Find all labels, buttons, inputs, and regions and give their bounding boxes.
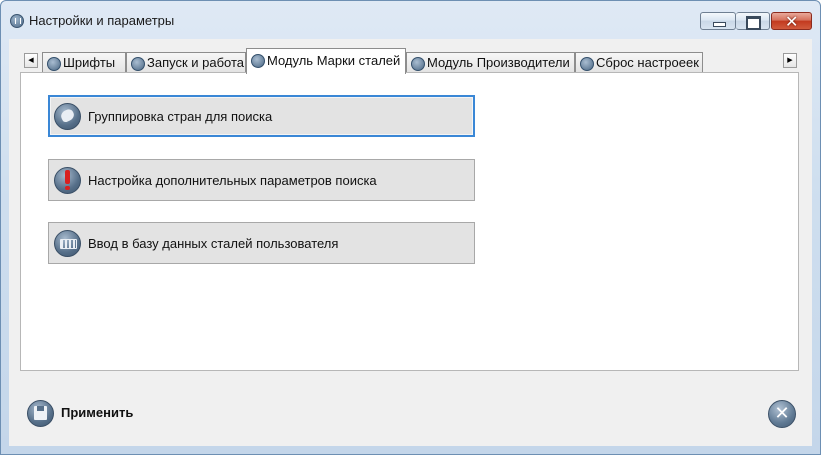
manufacturers-icon (411, 57, 425, 71)
keyboard-icon (54, 230, 81, 257)
tab-label: Запуск и работа (147, 55, 245, 70)
warning-icon (54, 167, 81, 194)
tab-fonts[interactable]: Шрифты (42, 52, 126, 72)
close-icon: ✕ (785, 12, 799, 31)
tab-steel-module[interactable]: Модуль Марки сталей (246, 48, 406, 74)
tab-manufacturers[interactable]: Модуль Производители (406, 52, 575, 72)
close-window-button[interactable]: ✕ (771, 12, 812, 31)
save-icon[interactable] (27, 400, 54, 427)
button-label: Настройка дополнительных параметров поис… (88, 173, 377, 188)
settings-window: Настройки и параметры ✕ ◀ ▶ Шрифты Запус… (0, 0, 821, 455)
tab-scroll-left-button[interactable]: ◀ (24, 53, 38, 68)
search-params-button[interactable]: Настройка дополнительных параметров поис… (48, 159, 475, 201)
tab-startup[interactable]: Запуск и работа (126, 52, 246, 72)
close-circle-icon[interactable]: ✕ (768, 400, 796, 428)
globe-icon (54, 103, 81, 130)
tab-reset[interactable]: Сброс настроеек (575, 52, 703, 72)
tab-label: Сброс настроеек (596, 55, 699, 70)
window-title: Настройки и параметры (29, 13, 175, 28)
apply-button[interactable]: Применить (61, 405, 133, 420)
startup-icon (131, 57, 145, 71)
maximize-icon (746, 16, 761, 30)
minimize-icon (713, 22, 726, 27)
title-bar[interactable]: Настройки и параметры ✕ (1, 1, 820, 39)
window-client-area: ◀ ▶ Шрифты Запуск и работа Модуль Марки … (9, 39, 812, 446)
button-label: Группировка стран для поиска (88, 109, 273, 124)
user-steel-input-button[interactable]: Ввод в базу данных сталей пользователя (48, 222, 475, 264)
tab-panel: Группировка стран для поиска Настройка д… (20, 72, 799, 371)
maximize-button[interactable] (736, 12, 770, 30)
fonts-icon (47, 57, 61, 71)
reset-icon (580, 57, 594, 71)
button-label: Ввод в базу данных сталей пользователя (88, 236, 339, 251)
tab-scroll-right-button[interactable]: ▶ (783, 53, 797, 68)
group-countries-button[interactable]: Группировка стран для поиска (48, 95, 475, 137)
tab-label: Модуль Производители (427, 55, 570, 70)
tab-label: Шрифты (63, 55, 116, 70)
steel-module-icon (251, 54, 265, 68)
minimize-button[interactable] (700, 12, 736, 30)
tab-label: Модуль Марки сталей (267, 53, 401, 68)
app-icon (10, 14, 24, 28)
